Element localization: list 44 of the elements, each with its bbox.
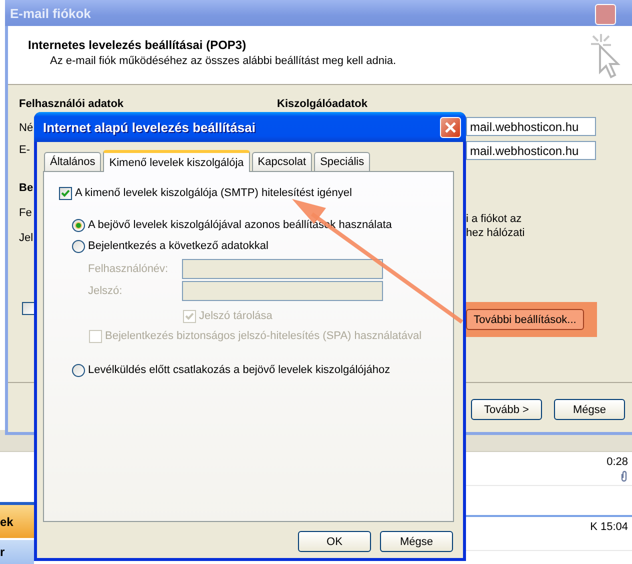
description-text: hez hálózati [466,226,526,240]
taskbar-button[interactable]: ek [0,502,34,538]
cancel-button[interactable]: Mégse [380,531,453,552]
window-title: E-mail fiókok [10,6,91,20]
radio-button[interactable] [72,364,85,376]
section-title: Kiszolgálóadatok [277,98,368,110]
close-icon[interactable] [440,117,461,138]
cursor-sparkle-icon [588,32,622,80]
next-button[interactable]: Tovább > [471,399,542,420]
radio-label: Levélküldés előtt csatlakozás a bejövő levelek kiszolgálójához [88,364,390,376]
checkbox[interactable] [59,186,72,200]
field-label: Felhasználónév: [88,262,170,274]
field-label: Jelszó: [88,284,124,296]
tab[interactable]: Kapcsolat [252,152,312,171]
field-label: Né [19,122,34,134]
page-heading: Internetes levelezés beállításai (POP3) [28,38,248,52]
radio-button[interactable] [72,240,85,252]
field-label: E- [19,144,30,156]
taskbar-button[interactable]: r [0,540,34,564]
close-button[interactable] [595,4,616,25]
page-description: Az e-mail fiók működéséhez az összes alábbi beállítást meg kell adnia. [49,55,398,67]
cancel-button[interactable]: Mégse [554,399,625,420]
ok-button[interactable]: OK [298,531,371,552]
tab[interactable]: Kimenő levelek kiszolgálója [103,150,250,172]
tab[interactable]: Általános [44,152,102,171]
checkbox-label: A kimenő levelek kiszolgálója (SMTP) hitelesítést igényel [75,187,352,199]
field-label: Jel [19,232,34,244]
section-title: Felhasználói adatok [19,98,125,110]
field-label: Fe [19,207,32,219]
checkbox-label: Bejelentkezés biztonságos jelszó-hitelesítés (SPA) használatával [105,330,422,342]
radio-button[interactable] [72,218,85,232]
description-text: i a fiókot az [466,212,523,226]
checkbox-label: Jelszó tárolása [199,310,272,322]
more-settings-button[interactable]: További beállítások... [466,309,584,330]
dialog-title: Internet alapú levelezés beállításai [43,120,256,134]
paperclip-icon [620,470,628,482]
tab[interactable]: Speciális [314,152,370,171]
message-time: K 15:04 [590,521,628,533]
radio-label: Bejelentkezés a következő adatokkal [88,240,268,252]
section-title: Be [19,182,34,194]
message-time: 0:28 [606,456,628,468]
input-field[interactable]: mail.webhosticon.hu [466,117,596,136]
checkbox[interactable] [22,302,35,315]
input-field[interactable]: mail.webhosticon.hu [466,141,596,160]
